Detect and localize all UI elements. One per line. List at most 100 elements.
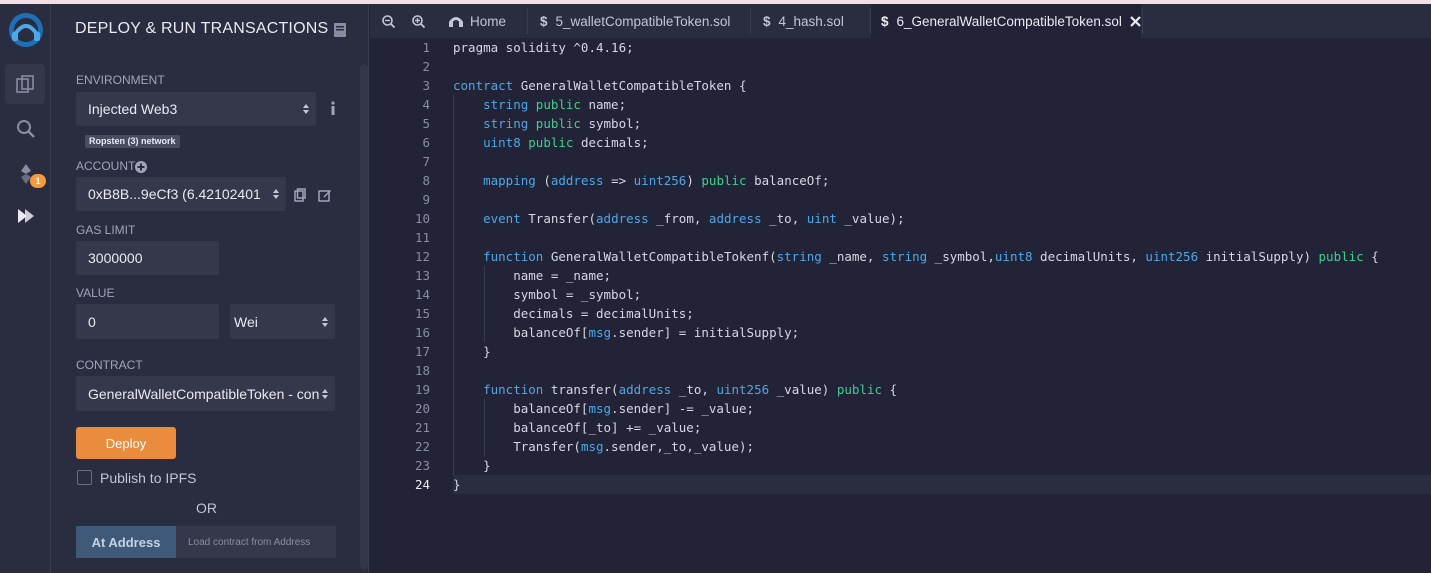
line-number-current: 24	[414, 477, 430, 492]
panel-scrollbar[interactable]	[360, 64, 368, 569]
code-token: _value)	[769, 382, 837, 397]
code-token: uint	[806, 211, 837, 226]
line-number: 1	[422, 40, 430, 55]
line-number: 8	[422, 173, 430, 188]
code-token: function	[483, 382, 544, 397]
code-token: GeneralWalletCompatibleTokenf(	[543, 249, 777, 264]
line-number: 4	[422, 97, 430, 112]
code-line: balanceOf[msg.sender] = initialSupply;	[453, 323, 799, 342]
code-line: Transfer(msg.sender,_to,_value);	[453, 437, 754, 456]
environment-value: Injected Web3	[88, 101, 178, 117]
code-token: decimals;	[573, 135, 649, 150]
value-input[interactable]: 0	[76, 304, 219, 339]
publish-ipfs-checkbox[interactable]	[77, 470, 92, 485]
documentation-book-icon[interactable]	[333, 22, 347, 43]
code-line: uint8 public decimals;	[453, 133, 649, 152]
solidity-file-icon: $	[540, 13, 548, 29]
environment-select[interactable]: Injected Web3	[76, 92, 316, 126]
tab-walletcompatibletoken[interactable]: $ 5_walletCompatibleToken.sol	[528, 4, 748, 38]
solidity-file-icon: $	[881, 13, 889, 29]
line-number: 10	[414, 211, 430, 226]
editor-area: Home $ 5_walletCompatibleToken.sol $ 4_h…	[370, 4, 1431, 573]
code-token: transfer(	[543, 382, 619, 397]
code-token: public	[701, 173, 747, 188]
code-token: address	[550, 173, 604, 188]
value-label: VALUE	[76, 286, 115, 300]
code-token: decimals = decimalUnits;	[453, 306, 694, 321]
code-token: }	[453, 344, 491, 359]
code-line: balanceOf[msg.sender] -= _value;	[453, 399, 754, 418]
code-token: address	[596, 211, 649, 226]
network-badge: Ropsten (3) network	[85, 135, 180, 148]
code-token: {	[1363, 249, 1379, 264]
code-token: }	[453, 477, 461, 492]
at-address-button[interactable]: At Address	[76, 526, 176, 558]
line-number: 7	[422, 154, 430, 169]
tab-home[interactable]: Home	[438, 4, 526, 38]
code-token: public	[1318, 249, 1364, 264]
line-number: 13	[414, 268, 430, 283]
code-token: _from,	[648, 211, 709, 226]
zoom-out-icon[interactable]	[382, 15, 396, 33]
code-line: }	[453, 456, 491, 475]
code-token: _value);	[836, 211, 905, 226]
account-select[interactable]: 0xB8B...9eCf3 (6.42102401	[76, 177, 286, 211]
code-token: balanceOf[_to] += _value;	[453, 420, 702, 435]
panel-title: DEPLOY & RUN TRANSACTIONS	[75, 20, 329, 37]
code-token: name;	[580, 97, 627, 112]
line-number: 5	[422, 116, 430, 131]
line-number: 16	[414, 325, 430, 340]
load-address-input[interactable]: Load contract from Address	[176, 526, 336, 558]
value-amount: 0	[88, 313, 96, 330]
code-token: contract	[453, 78, 514, 93]
remix-logo-icon[interactable]	[0, 10, 51, 50]
code-token: mapping	[483, 173, 536, 188]
tab-hash[interactable]: $ 4_hash.sol	[751, 4, 869, 38]
code-token: public	[535, 97, 581, 112]
code-line: decimals = decimalUnits;	[453, 304, 694, 323]
gas-limit-input[interactable]: 3000000	[76, 241, 219, 275]
copy-icon[interactable]	[294, 188, 306, 207]
zoom-in-icon[interactable]	[412, 15, 426, 33]
code-token: address	[708, 211, 762, 226]
contract-select[interactable]: GeneralWalletCompatibleToken - con	[76, 376, 335, 411]
file-explorer-icon[interactable]	[5, 64, 45, 104]
line-number: 11	[414, 230, 430, 245]
search-icon[interactable]	[0, 109, 51, 149]
value-unit: Wei	[234, 313, 258, 330]
code-token: public	[528, 135, 574, 150]
code-token: uint256	[1145, 249, 1199, 264]
code-line: pragma solidity ^0.4.16;	[453, 38, 634, 57]
code-token: balanceOf;	[746, 173, 830, 188]
tab-label: 5_walletCompatibleToken.sol	[555, 13, 731, 29]
code-token: decimalUnits,	[1032, 249, 1146, 264]
code-token: string	[882, 249, 928, 264]
code-line: function transfer(address _to, uint256 _…	[453, 380, 897, 399]
edit-icon[interactable]	[318, 188, 332, 207]
solidity-compiler-icon[interactable]: 1	[0, 154, 51, 194]
value-unit-select[interactable]: Wei	[230, 304, 335, 339]
deploy-run-icon[interactable]	[0, 196, 51, 236]
code-line: function GeneralWalletCompatibleTokenf( s…	[453, 247, 1379, 266]
code-token: function	[483, 249, 544, 264]
code-line: string public symbol;	[453, 114, 641, 133]
code-token: public	[836, 382, 883, 397]
code-token: .sender,_to,_value);	[603, 439, 755, 454]
tab-label: 4_hash.sol	[778, 13, 844, 29]
add-account-icon[interactable]	[135, 160, 147, 178]
code-token: =>	[603, 173, 634, 188]
deploy-button[interactable]: Deploy	[76, 427, 176, 459]
info-icon[interactable]	[329, 101, 337, 120]
or-divider: OR	[196, 500, 217, 516]
tab-generalwalletcompatibletoken[interactable]: $ 6_GeneralWalletCompatibleToken.sol	[871, 4, 1141, 38]
line-number: 23	[414, 458, 430, 473]
close-tab-icon[interactable]	[1130, 15, 1141, 27]
code-editor[interactable]: pragma solidity ^0.4.16; contract General…	[453, 38, 1431, 573]
code-line: symbol = _symbol;	[453, 285, 641, 304]
code-token: uint256	[716, 382, 770, 397]
